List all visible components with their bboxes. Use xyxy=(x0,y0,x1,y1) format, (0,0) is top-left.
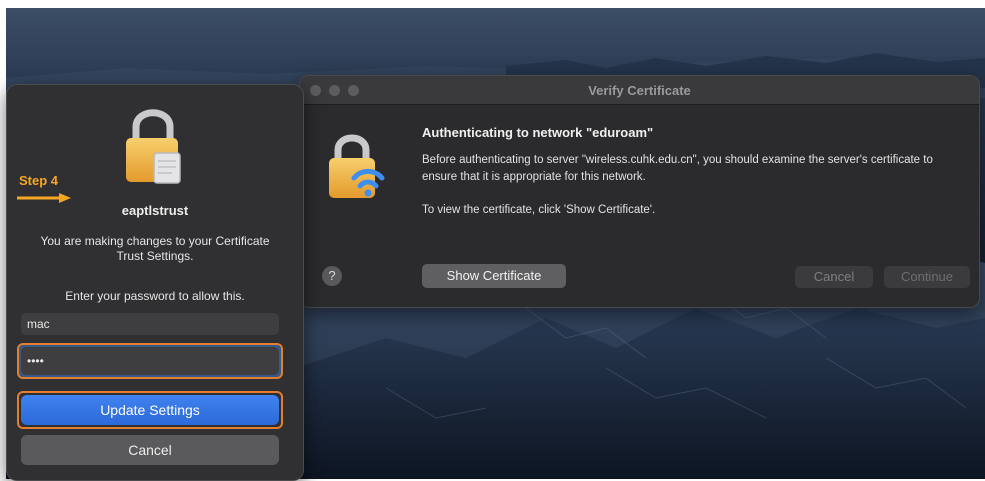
lock-icon xyxy=(126,109,181,184)
password-highlight xyxy=(17,343,283,379)
verify-heading: Authenticating to network "eduroam" xyxy=(422,125,654,140)
show-certificate-button[interactable]: Show Certificate xyxy=(422,264,566,288)
cancel-button[interactable]: Cancel xyxy=(21,435,279,465)
verify-certificate-window: Verify Certificate Authenticating to net… xyxy=(299,75,980,308)
verify-instruction-text: To view the certificate, click 'Show Cer… xyxy=(422,204,656,216)
dialog-title: eaptlstrust xyxy=(121,203,189,218)
username-field[interactable]: mac xyxy=(21,313,279,335)
verify-continue-button[interactable]: Continue xyxy=(884,266,970,288)
update-button-highlight xyxy=(17,391,283,429)
help-button[interactable]: ? xyxy=(322,266,342,286)
authentication-dialog: eaptlstrust You are making changes to yo… xyxy=(6,84,304,481)
arrow-right-icon xyxy=(17,193,71,203)
lock-wifi-icon xyxy=(329,134,385,198)
verify-body-text: Before authenticating to server "wireles… xyxy=(422,154,933,183)
step-label: Step 4 xyxy=(19,173,59,188)
window-title: Verify Certificate xyxy=(588,83,691,98)
window-titlebar: Verify Certificate xyxy=(300,76,979,105)
dialog-message: You are making changes to your Certifica… xyxy=(40,234,270,263)
verify-cancel-button[interactable]: Cancel xyxy=(795,266,873,288)
dialog-prompt: Enter your password to allow this. xyxy=(65,289,245,303)
